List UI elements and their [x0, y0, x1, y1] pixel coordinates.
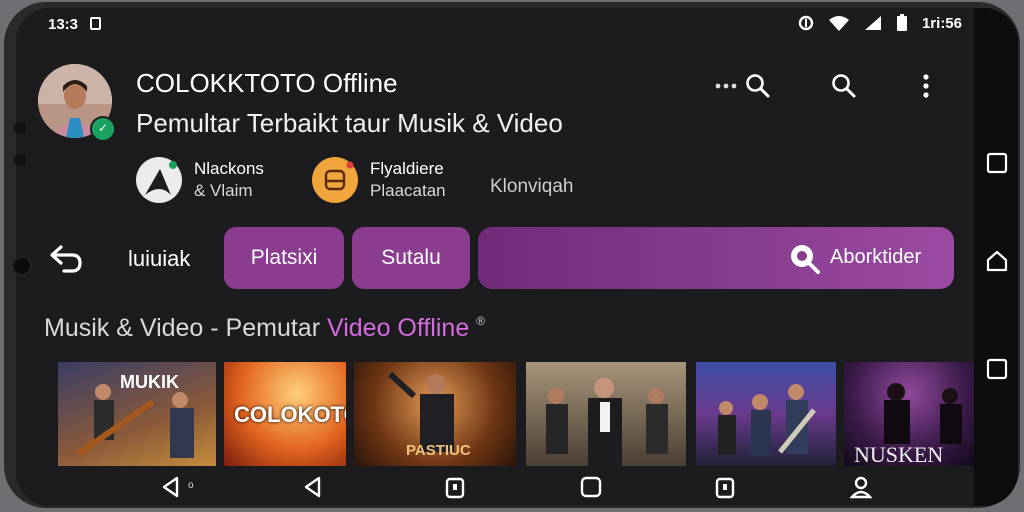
profile-icon[interactable]: [846, 472, 876, 502]
status-bar: 13:3 1ri:56: [16, 8, 974, 38]
dot-icon: o: [188, 480, 194, 491]
system-nav-column: [974, 8, 1018, 506]
thumbnail-label: PASTIUC: [406, 442, 471, 459]
sensor-dot: [14, 154, 26, 166]
recents-icon[interactable]: [986, 152, 1008, 179]
back-triangle-icon[interactable]: [156, 472, 186, 502]
home-icon[interactable]: [986, 250, 1008, 277]
video-thumbnail[interactable]: PASTIUC: [354, 362, 516, 466]
filter-label[interactable]: luiuiak: [128, 246, 190, 272]
thumbnail-strip: MUKIK COLOKOTO PASTIUC NUSKEN: [16, 362, 974, 466]
video-thumbnail[interactable]: COLOKOTO: [224, 362, 346, 466]
bottom-nav: o: [16, 466, 974, 506]
signal-icon: [864, 16, 881, 30]
data-saver-icon: [798, 15, 814, 31]
app-title: COLOKKTOTO Offline: [136, 68, 398, 98]
screen: 13:3 1ri:56 ✓ COLOKKTOTO Offline Pemulta…: [16, 8, 1018, 506]
status-right: 1ri:56: [798, 14, 974, 32]
lock-icon[interactable]: [710, 472, 740, 502]
status-time: 13:3: [48, 16, 79, 33]
chip-1[interactable]: Nlackons & Vlaim: [194, 158, 264, 202]
video-thumbnail[interactable]: NUSKEN: [844, 362, 974, 466]
status-battery-text: 1ri:56: [921, 14, 962, 32]
search-bar-label: Aborktider: [830, 246, 922, 268]
video-thumbnail[interactable]: [696, 362, 836, 466]
app-subtitle: Pemultar Terbaikt taur Musik & Video: [136, 108, 563, 138]
section-title-prefix: Musik & Video - Pemutar: [44, 314, 327, 342]
chip-2-line2: Plaacatan: [370, 181, 446, 200]
thumbnail-label: MUKIK: [120, 372, 179, 392]
thumbnail-label: COLOKOTO: [234, 402, 346, 427]
video-thumbnail[interactable]: MUKIK: [58, 362, 216, 466]
camera-icon: [12, 256, 32, 276]
video-thumbnail[interactable]: [526, 362, 686, 466]
sim-icon: [90, 17, 101, 30]
chip-3[interactable]: Klonviqah: [490, 176, 573, 198]
section-title-badge: ®: [476, 314, 486, 328]
chip-2[interactable]: Flyaldiere Plaacatan: [370, 158, 446, 202]
back-triangle-icon[interactable]: [298, 472, 328, 502]
search-icon: [790, 244, 820, 280]
square-icon[interactable]: [986, 358, 1008, 385]
more-vertical-icon[interactable]: [906, 66, 946, 106]
section-title: Musik & Video - Pemutar Video Offline ®: [44, 314, 485, 343]
back-icon[interactable]: [46, 241, 84, 280]
app-area: 13:3 1ri:56 ✓ COLOKKTOTO Offline Pemulta…: [16, 8, 974, 506]
verified-badge: ✓: [90, 116, 116, 142]
filter-pill-1[interactable]: Platsixi: [224, 227, 344, 289]
chip-1-line1: Nlackons: [194, 159, 264, 178]
search-icon[interactable]: [824, 66, 864, 106]
phone-frame: 13:3 1ri:56 ✓ COLOKKTOTO Offline Pemulta…: [4, 2, 1020, 508]
lock-icon[interactable]: [440, 472, 470, 502]
wifi-icon: [828, 16, 849, 31]
search-bar[interactable]: Aborktider: [478, 227, 954, 289]
thumbnail-label: NUSKEN: [854, 442, 944, 466]
search-icon[interactable]: [738, 66, 778, 106]
filter-pill-2[interactable]: Sutalu: [352, 227, 470, 289]
sensor-dot: [14, 122, 26, 134]
chip-folder-icon[interactable]: [312, 157, 358, 203]
chip-1-line2: & Vlaim: [194, 181, 253, 200]
battery-icon: [896, 14, 907, 31]
chip-2-line1: Flyaldiere: [370, 159, 444, 178]
home-square-icon[interactable]: [576, 472, 606, 502]
filter-row: luiuiak Platsixi Sutalu Aborktider: [16, 227, 974, 291]
section-title-highlight: Video Offline: [326, 314, 470, 342]
chip-avatar-icon[interactable]: [136, 157, 182, 203]
